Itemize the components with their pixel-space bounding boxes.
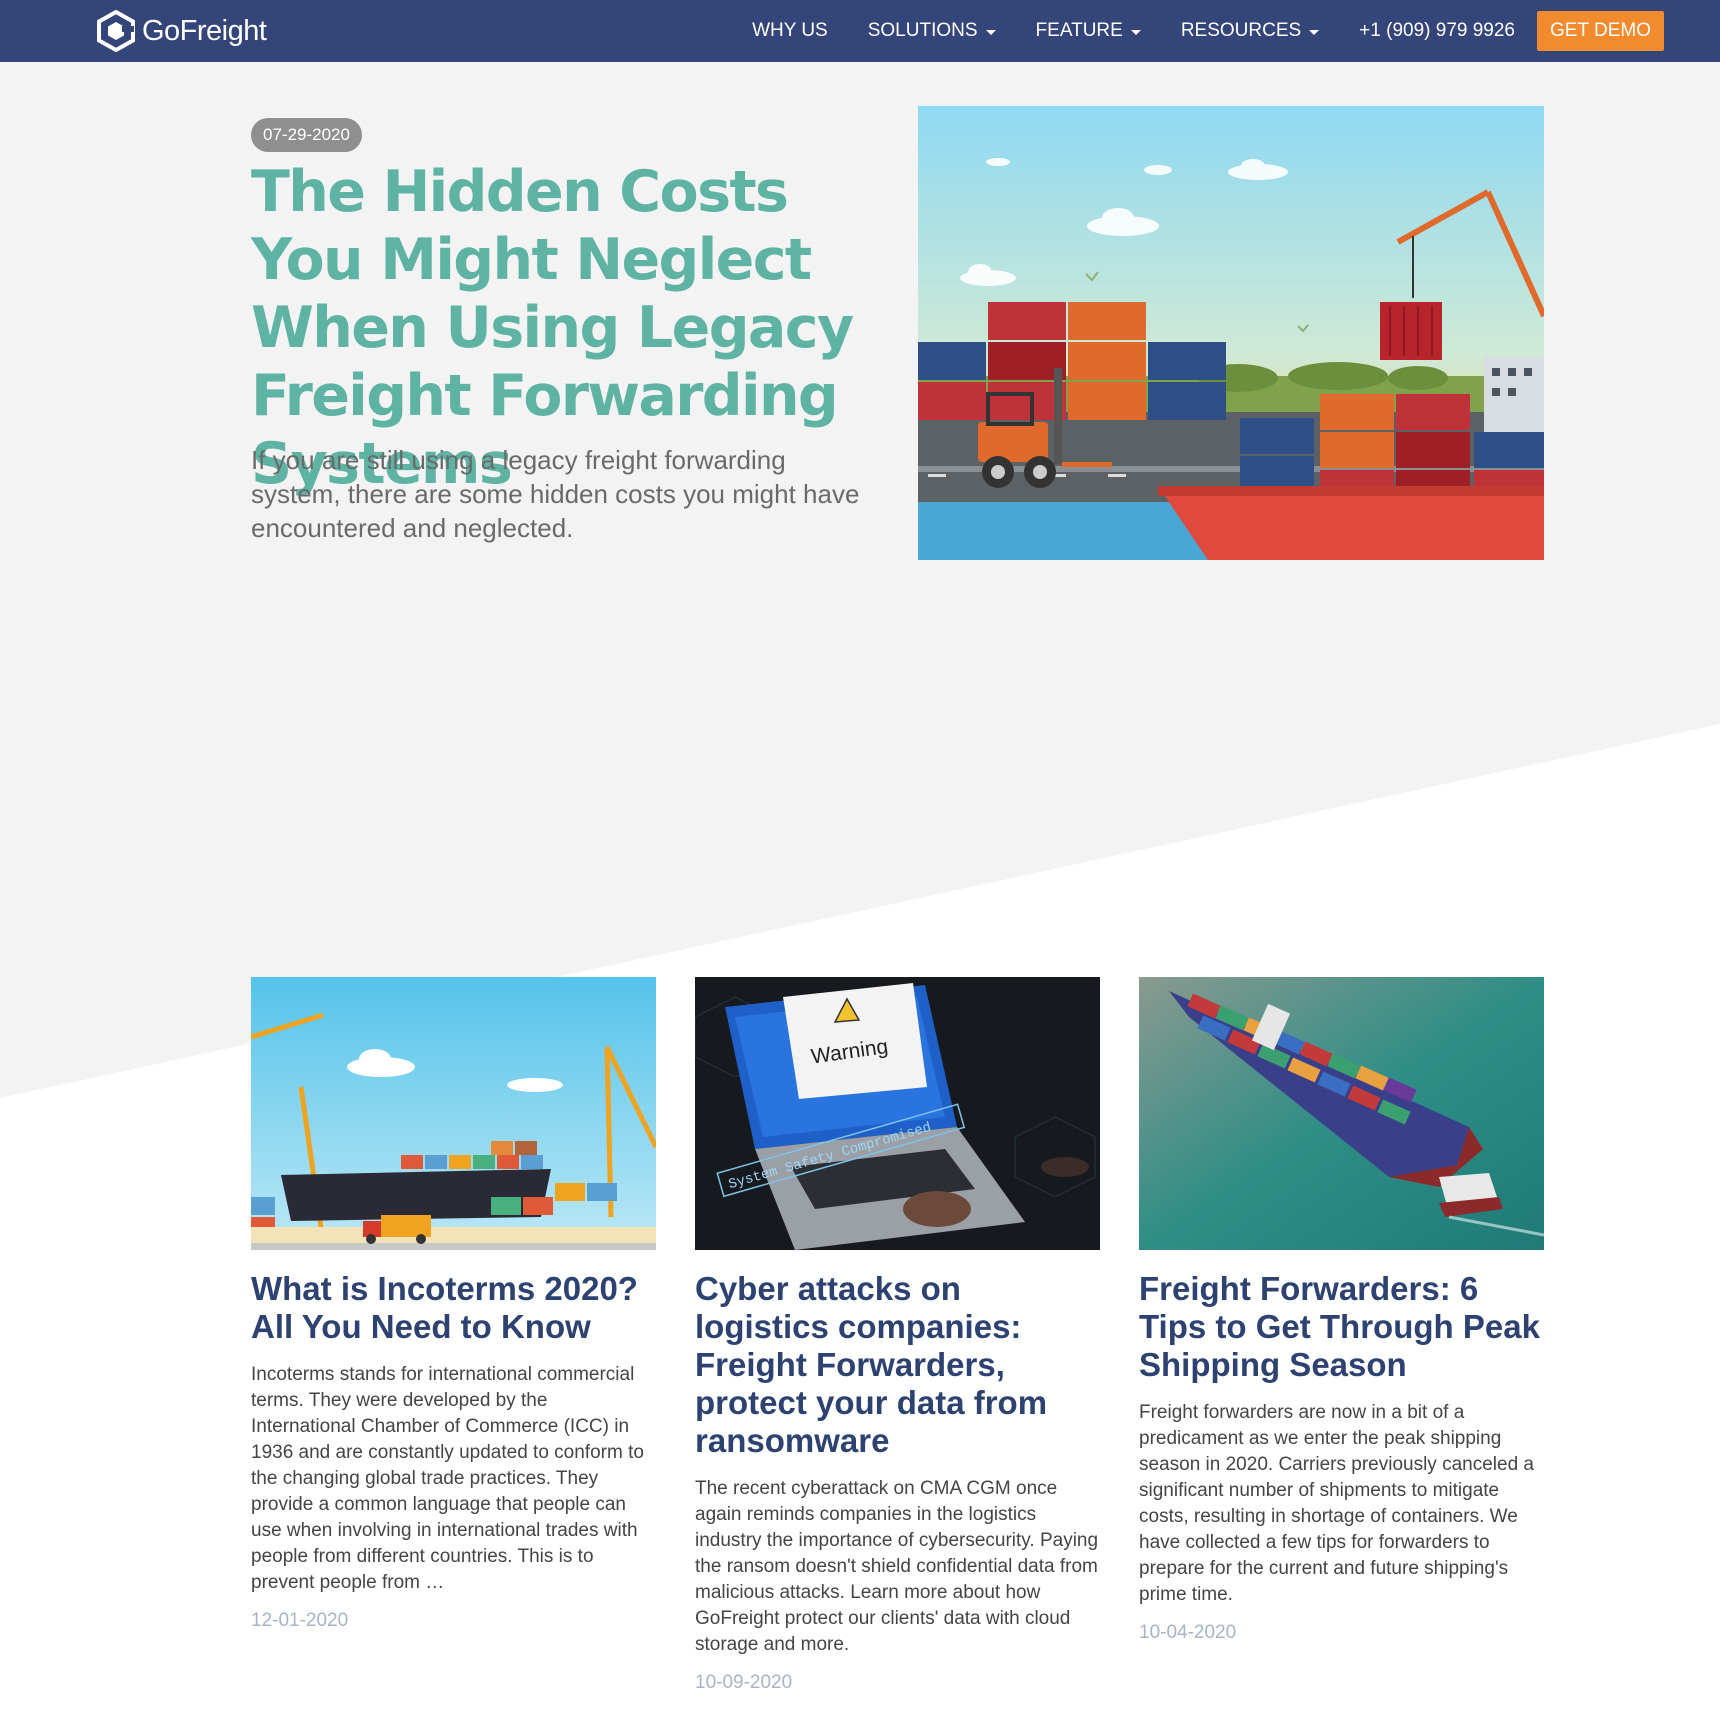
article-card[interactable]: Warning System Safety Compromised Cyber … xyxy=(695,977,1100,1694)
nav-item-label: RESOURCES xyxy=(1180,20,1302,41)
article-title[interactable]: What is Incoterms 2020? All You Need to … xyxy=(251,1270,656,1346)
phone-number: +1 (909) 979 9926 xyxy=(1359,20,1515,41)
caret-down-icon xyxy=(985,29,996,35)
article-excerpt: Incoterms stands for international comme… xyxy=(251,1364,644,1593)
gofreight-logo[interactable]: GoFreight xyxy=(96,8,267,54)
article-thumbnail-cyber[interactable]: Warning System Safety Compromised xyxy=(695,977,1100,1250)
nav-item-feature[interactable]: FEATURE xyxy=(1036,20,1141,42)
article-thumbnail-peak-season[interactable] xyxy=(1139,977,1544,1250)
logo-text: GoFreight xyxy=(142,14,267,47)
article-card[interactable]: Freight Forwarders: 6 Tips to Get Throug… xyxy=(1139,977,1544,1644)
nav-item-label: SOLUTIONS xyxy=(867,20,978,41)
article-thumbnail-incoterms[interactable] xyxy=(251,977,656,1250)
nav-item-label: FEATURE xyxy=(1035,20,1123,41)
hero-subtitle: If you are still using a legacy freight … xyxy=(251,445,860,543)
article-excerpt: Freight forwarders are now in a bit of a… xyxy=(1139,1402,1534,1605)
article-title[interactable]: Cyber attacks on logistics companies: Fr… xyxy=(695,1270,1100,1460)
nav-item-label: WHY US xyxy=(752,20,828,41)
article-date: 12-01-2020 xyxy=(251,1610,349,1631)
gofreight-logo-icon xyxy=(97,10,135,52)
article-title[interactable]: Freight Forwarders: 6 Tips to Get Throug… xyxy=(1139,1270,1544,1384)
nav-item-why-us[interactable]: WHY US xyxy=(752,20,828,42)
nav-item-solutions[interactable]: SOLUTIONS xyxy=(868,20,996,42)
hero-port-illustration[interactable] xyxy=(918,106,1544,560)
nav-menu: WHY US SOLUTIONS FEATURE RESOURCES +1 (9… xyxy=(712,0,1664,62)
get-demo-button[interactable]: GET DEMO xyxy=(1537,11,1664,51)
article-card[interactable]: What is Incoterms 2020? All You Need to … xyxy=(251,977,656,1632)
top-navbar: GoFreight WHY US SOLUTIONS FEATURE RESOU… xyxy=(0,0,1720,62)
hero-date-badge: 07-29-2020 xyxy=(251,118,362,152)
article-date: 10-09-2020 xyxy=(695,1672,793,1693)
article-date: 10-04-2020 xyxy=(1139,1622,1237,1643)
caret-down-icon xyxy=(1130,29,1141,35)
article-excerpt: The recent cyberattack on CMA CGM once a… xyxy=(695,1478,1099,1655)
phone-link[interactable]: +1 (909) 979 9926 xyxy=(1359,20,1515,42)
nav-item-resources[interactable]: RESOURCES xyxy=(1180,20,1320,42)
caret-down-icon xyxy=(1309,29,1320,35)
